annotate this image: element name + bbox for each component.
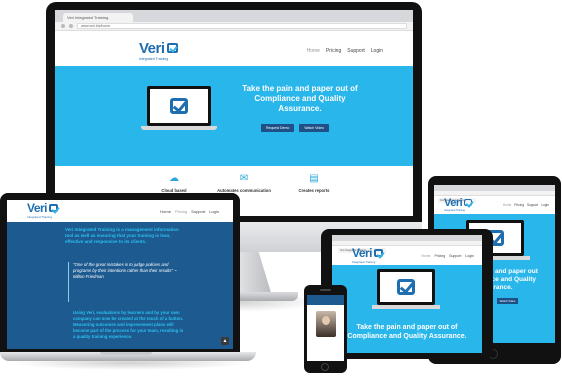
logo-check-icon xyxy=(374,248,384,257)
address-bar[interactable]: www.veri.biz/home xyxy=(77,23,407,29)
hero-laptop-illustration xyxy=(377,269,435,305)
hero-title: Take the pain and paper out of Complianc… xyxy=(242,84,358,113)
ipad-site-header: Veri Integrated Training Home Pricing Su… xyxy=(332,246,482,265)
profile-photo xyxy=(315,311,336,337)
site-logo[interactable]: Veri Integrated Training xyxy=(444,197,473,212)
browser-tab-strip: Veri Integrated Training xyxy=(55,10,413,22)
logo-check-icon xyxy=(464,199,473,206)
nav-login[interactable]: Login xyxy=(209,209,219,214)
site-logo[interactable]: Veri Integrated Training xyxy=(139,39,178,61)
chat-bubbles-icon: ✉ xyxy=(239,173,249,184)
tablet-site-header: Veri Integrated Training Home Pricing Su… xyxy=(434,196,555,214)
nav-pricing[interactable]: Pricing xyxy=(514,203,524,207)
hero-section: Take the pain and paper out of Complianc… xyxy=(332,265,482,353)
nav-pricing[interactable]: Pricing xyxy=(175,209,187,214)
browser-toolbar: www.veri.biz/home xyxy=(55,22,413,31)
nav-home[interactable]: Home xyxy=(503,203,512,207)
document-icon: ▤ xyxy=(309,173,319,184)
logo-word: Veri xyxy=(139,39,165,57)
laptop-content: Veri Integrated Training is a management… xyxy=(7,222,233,349)
hero-laptop-illustration xyxy=(147,86,211,126)
nav-support[interactable]: Support xyxy=(191,209,205,214)
browser-tab[interactable]: Veri Integrated Training xyxy=(63,13,133,22)
site-nav: Home Pricing Support Login xyxy=(503,203,549,207)
nav-login[interactable]: Login xyxy=(371,48,383,54)
feature-cloud: ☁ Cloud based xyxy=(139,173,209,194)
nav-home[interactable]: Home xyxy=(421,254,430,258)
hero-laptop-base xyxy=(372,305,440,309)
nav-pricing[interactable]: Pricing xyxy=(326,48,341,54)
laptop-base-notch xyxy=(100,352,152,355)
nav-login[interactable]: Login xyxy=(465,254,474,258)
cloud-icon: ☁ xyxy=(169,173,179,184)
site-nav: Home Pricing Support Login xyxy=(421,254,474,258)
logo-check-icon xyxy=(49,204,59,212)
laptop-device: Veri Integrated Training Home Pricing Su… xyxy=(0,193,240,353)
hero-title: Take the pain and paper out of Complianc… xyxy=(347,324,467,340)
logo-subtitle: Integrated Training xyxy=(352,259,376,264)
phone-speaker xyxy=(320,289,331,291)
nav-home[interactable]: Home xyxy=(307,48,320,54)
watch-video-button[interactable]: Watch Video xyxy=(299,124,330,132)
phone-device xyxy=(304,285,347,373)
desktop-screen: Veri Integrated Training www.veri.biz/ho… xyxy=(55,10,413,216)
nav-login[interactable]: Login xyxy=(541,203,549,207)
nav-support[interactable]: Support xyxy=(527,203,538,207)
site-logo[interactable]: Veri Integrated Training xyxy=(352,245,384,264)
hero-buttons: Request Demo Watch Video xyxy=(261,124,330,132)
scroll-top-icon[interactable]: ▲ xyxy=(221,337,229,345)
ipad-screen: Veri Integrated Training Veri Integrated… xyxy=(332,235,482,353)
quote-bar xyxy=(68,262,69,302)
logo-word: Veri xyxy=(444,197,463,209)
logo-subtitle: Integrated Training xyxy=(444,209,465,212)
logo-word: Veri xyxy=(27,201,48,215)
phone-header xyxy=(307,295,344,305)
nav-home[interactable]: Home xyxy=(160,209,171,214)
checkmark-icon xyxy=(397,279,415,295)
logo-word: Veri xyxy=(352,245,373,260)
nav-pricing[interactable]: Pricing xyxy=(434,254,445,258)
back-icon[interactable] xyxy=(61,24,65,28)
feature-label: Creates reports xyxy=(298,188,330,193)
intro-paragraph: Veri Integrated Training is a management… xyxy=(65,227,179,244)
laptop-screen: Veri Integrated Training Home Pricing Su… xyxy=(7,200,233,349)
features-row: ☁ Cloud based ✉ Automates communication … xyxy=(55,166,413,194)
forward-icon[interactable] xyxy=(69,24,73,28)
hero-section: Take the pain and paper out of Complianc… xyxy=(55,66,413,166)
site-nav: Home Pricing Support Login xyxy=(307,48,383,54)
checkmark-icon xyxy=(170,98,188,114)
phone-screen xyxy=(307,295,344,361)
nav-support[interactable]: Support xyxy=(449,254,461,258)
site-logo[interactable]: Veri Integrated Training xyxy=(27,201,59,219)
laptop-site-header: Veri Integrated Training Home Pricing Su… xyxy=(7,200,233,222)
logo-subtitle: Integrated Training xyxy=(27,215,53,219)
quote-text: "One of the great mistakes is to judge p… xyxy=(73,262,177,279)
feature-reports: ▤ Creates reports xyxy=(279,173,349,194)
feature-communication: ✉ Automates communication xyxy=(209,173,279,194)
request-demo-button[interactable]: Request Demo xyxy=(261,124,295,132)
outro-paragraph: Using Veri, evaluations by learners and … xyxy=(73,310,184,339)
home-button[interactable] xyxy=(321,363,329,371)
hero-laptop-base xyxy=(141,126,217,130)
site-header: Veri Integrated Training Home Pricing Su… xyxy=(55,36,413,66)
logo-subtitle: Integrated Training xyxy=(139,56,169,61)
watch-video-button[interactable]: Watch Video xyxy=(496,298,519,304)
nav-support[interactable]: Support xyxy=(347,48,365,54)
logo-check-icon xyxy=(166,42,178,53)
site-nav: Home Pricing Support Login xyxy=(160,209,219,214)
